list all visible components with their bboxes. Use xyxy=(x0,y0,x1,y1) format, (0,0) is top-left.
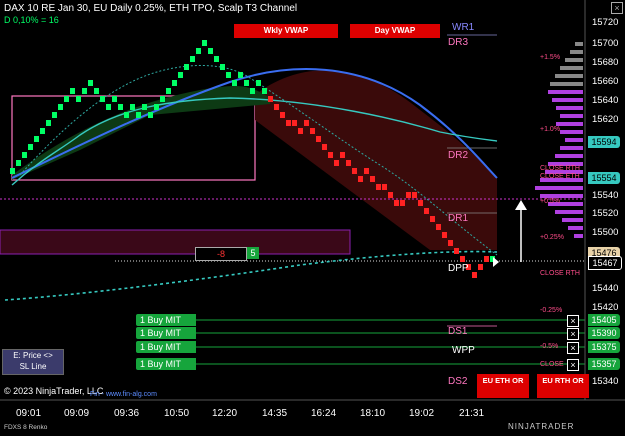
tpo-label: CLOSE xyxy=(540,361,564,368)
price-tick: 15680 xyxy=(592,57,619,68)
draw-mode-box[interactable]: E: Price <> SL Line xyxy=(2,349,64,375)
tpo-label: -0.25% xyxy=(540,307,563,314)
level-wpp: WPP xyxy=(452,345,475,356)
cancel-order-icon[interactable]: × xyxy=(567,359,579,371)
last-price-tag: 15467 xyxy=(588,256,622,270)
tpo-label: CLOSE RTH xyxy=(540,165,580,172)
time-tick: 16:24 xyxy=(311,408,337,419)
level-dr2: DR2 xyxy=(448,150,469,161)
level-wr1: WR1 xyxy=(452,22,475,33)
eu-rth-or-button[interactable]: EU RTH OR xyxy=(537,374,589,398)
mode-line-1: E: Price <> xyxy=(13,351,53,360)
position-qty-box[interactable]: 5 xyxy=(247,247,259,259)
day-vwap-button[interactable]: Day VWAP xyxy=(350,24,440,38)
brand-logo: NINJATRADER xyxy=(508,422,575,431)
brick-size-label: D 0,10% = 16 xyxy=(4,15,59,25)
time-tick: 21:31 xyxy=(459,408,485,419)
buy-mit-order[interactable]: 1 Buy MIT xyxy=(136,358,196,370)
eu-eth-or-button[interactable]: EU ETH OR xyxy=(477,374,529,398)
order-price-tag: 15375 xyxy=(588,341,620,353)
cancel-order-icon[interactable]: × xyxy=(567,328,579,340)
bull-fill-area xyxy=(12,86,270,180)
level-dr1: DR1 xyxy=(448,213,469,224)
time-tick: 19:02 xyxy=(409,408,435,419)
tpo-label: -0.5% xyxy=(540,343,559,350)
tpo-label: CLOSE RTH xyxy=(540,270,580,277)
weekly-vwap-button[interactable]: Wkly VWAP xyxy=(234,24,338,38)
tpo-label: +0.5% xyxy=(540,198,561,205)
price-tick: 15640 xyxy=(592,95,619,106)
chart-title: DAX 10 RE Jan 30, EU Daily 0.25%, ETH TP… xyxy=(4,3,298,14)
price-tick: 15340 xyxy=(592,376,619,387)
watermark: Fin - www.fin-alg.com xyxy=(90,391,157,398)
vwap-price-tag: 15554 xyxy=(588,172,620,184)
buy-mit-order[interactable]: 1 Buy MIT xyxy=(136,314,196,326)
buy-mit-order[interactable]: 1 Buy MIT xyxy=(136,327,196,339)
value-zone-rectangle[interactable] xyxy=(0,229,351,255)
buy-mit-order[interactable]: 1 Buy MIT xyxy=(136,341,196,353)
chart-window: DAX 10 RE Jan 30, EU Daily 0.25%, ETH TP… xyxy=(0,0,625,436)
order-price-tag: 15390 xyxy=(588,327,620,339)
level-dpp: DPP xyxy=(448,263,469,274)
time-tick: 09:36 xyxy=(114,408,140,419)
price-chart[interactable] xyxy=(0,0,625,436)
price-tick: 15500 xyxy=(592,227,619,238)
tpo-label: +0.25% xyxy=(540,234,564,241)
time-tick: 18:10 xyxy=(360,408,386,419)
price-tick: 15660 xyxy=(592,76,619,87)
tpo-label: +1.0% xyxy=(540,126,561,133)
tpo-label: CLOSE ETH xyxy=(540,173,580,180)
teal-band-price-tag: 15594 xyxy=(588,136,620,148)
level-ds1: DS1 xyxy=(448,326,468,337)
price-tick: 15520 xyxy=(592,208,619,219)
tpo-profile xyxy=(535,42,583,238)
price-tick: 15540 xyxy=(592,190,619,201)
position-offset-box[interactable]: -8 xyxy=(195,247,247,261)
price-tick: 15440 xyxy=(592,283,619,294)
price-tick: 15620 xyxy=(592,114,619,125)
cancel-order-icon[interactable]: × xyxy=(567,315,579,327)
close-icon[interactable]: × xyxy=(611,2,623,14)
price-tick: 15720 xyxy=(592,17,619,28)
level-ds2: DS2 xyxy=(448,376,468,387)
instrument-label: FDXS 8 Renko xyxy=(4,424,48,431)
cancel-order-icon[interactable]: × xyxy=(567,342,579,354)
mode-line-2: SL Line xyxy=(19,362,47,371)
time-tick: 12:20 xyxy=(212,408,238,419)
order-price-tag: 15357 xyxy=(588,358,620,370)
tpo-label: +1.5% xyxy=(540,54,561,61)
time-tick: 09:01 xyxy=(16,408,42,419)
price-tick: 15700 xyxy=(592,38,619,49)
time-tick: 09:09 xyxy=(64,408,90,419)
time-tick: 14:35 xyxy=(262,408,288,419)
copyright: © 2023 NinjaTrader, LLC xyxy=(4,386,104,396)
price-tick: 15420 xyxy=(592,302,619,313)
order-price-tag: 15405 xyxy=(588,314,620,326)
time-tick: 10:50 xyxy=(164,408,190,419)
level-dr3: DR3 xyxy=(448,37,469,48)
